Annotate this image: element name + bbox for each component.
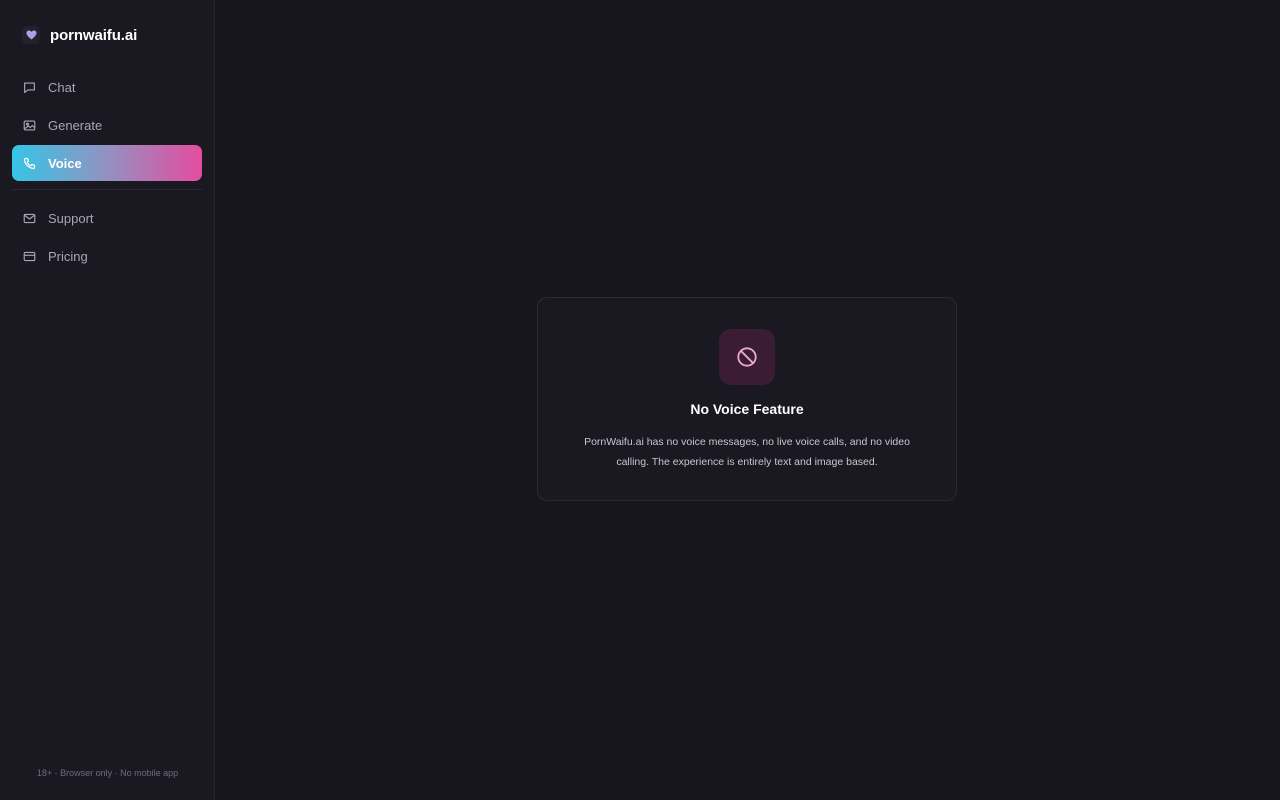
brand-name: pornwaifu.ai (50, 26, 138, 44)
credit-card-icon (22, 249, 36, 263)
sidebar-item-pricing[interactable]: Pricing (12, 238, 202, 274)
nav-divider (12, 189, 202, 190)
heart-icon (22, 26, 40, 44)
sidebar-item-support[interactable]: Support (12, 200, 202, 236)
sidebar-item-label: Generate (48, 117, 103, 133)
sidebar-item-label: Pricing (48, 248, 88, 264)
sidebar-item-chat[interactable]: Chat (12, 69, 202, 105)
no-entry-icon (719, 329, 775, 385)
sidebar: pornwaifu.ai Chat Generate Voice Support… (0, 0, 215, 800)
sidebar-item-voice[interactable]: Voice (12, 145, 202, 181)
chat-bubble-icon (22, 80, 36, 94)
sidebar-item-label: Voice (48, 155, 82, 171)
sidebar-item-generate[interactable]: Generate (12, 107, 202, 143)
sidebar-item-label: Chat (48, 79, 76, 95)
main-nav: Chat Generate Voice Support Pricing (0, 69, 214, 274)
notice-title: No Voice Feature (690, 401, 804, 417)
phone-icon (22, 156, 36, 170)
sidebar-item-label: Support (48, 210, 94, 226)
app-shell: pornwaifu.ai Chat Generate Voice Support… (0, 0, 1280, 800)
sidebar-footer-note: 18+ · Browser only · No mobile app (36, 768, 179, 778)
main-content: No Voice Feature PornWaifu.ai has no voi… (215, 0, 1280, 800)
notice-card: No Voice Feature PornWaifu.ai has no voi… (537, 297, 957, 501)
notice-message: PornWaifu.ai has no voice messages, no l… (584, 436, 910, 468)
brand[interactable]: pornwaifu.ai (22, 23, 214, 47)
image-icon (22, 118, 36, 132)
mail-icon (22, 211, 36, 225)
